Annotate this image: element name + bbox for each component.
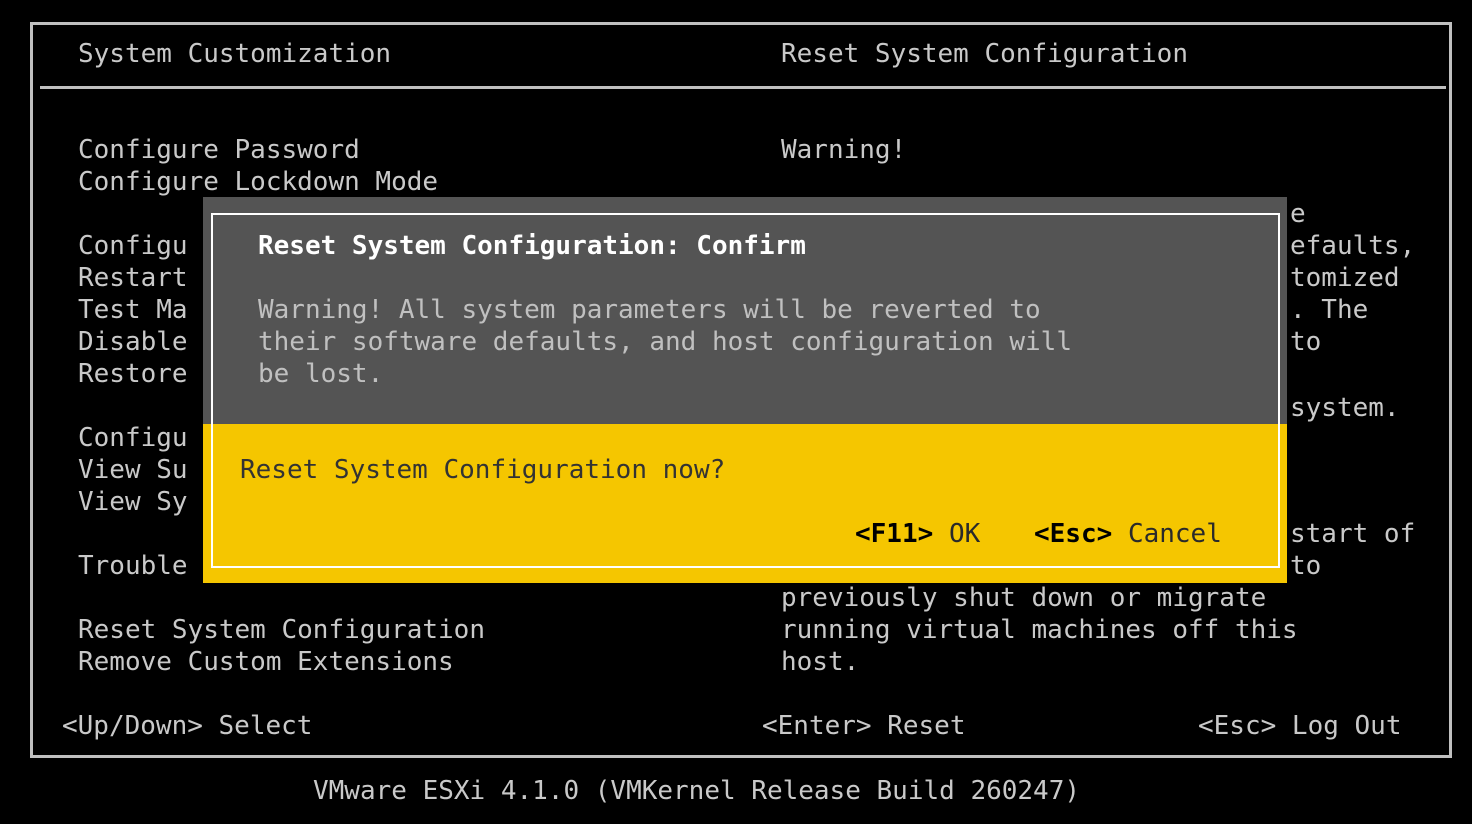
description-fragment: to bbox=[1290, 327, 1322, 357]
menu-item-restart-management-network[interactable]: Restart bbox=[78, 262, 188, 294]
description-fragment: . The bbox=[1290, 295, 1369, 325]
select-key-hint: <Up/Down> Select bbox=[62, 711, 313, 741]
description-fragment: efaults, bbox=[1290, 231, 1416, 261]
description-fragment: tomized bbox=[1290, 263, 1400, 293]
description-fragment: to bbox=[1290, 551, 1322, 581]
confirm-dialog-action-area bbox=[203, 424, 1287, 583]
menu-item-restore[interactable]: Restore bbox=[78, 358, 188, 390]
confirm-dialog-message: their software defaults, and host config… bbox=[258, 327, 1072, 357]
menu-item-test-management-network[interactable]: Test Ma bbox=[78, 294, 188, 326]
warning-heading: Warning! bbox=[781, 135, 907, 165]
menu-item-configure-lockdown-mode[interactable]: Configure Lockdown Mode bbox=[78, 166, 438, 198]
confirm-question: Reset System Configuration now? bbox=[240, 455, 726, 485]
confirm-dialog-message: Warning! All system parameters will be r… bbox=[258, 295, 1041, 325]
confirm-dialog-message: be lost. bbox=[258, 359, 384, 389]
cancel-button[interactable]: <Esc> Cancel bbox=[1034, 518, 1222, 550]
description-fragment: start of bbox=[1290, 519, 1416, 549]
version-status-bar: VMware ESXi 4.1.0 (VMKernel Release Buil… bbox=[313, 776, 1081, 806]
description-fragment: system. bbox=[1290, 393, 1400, 423]
ok-label: OK bbox=[948, 519, 981, 549]
cancel-label: Cancel bbox=[1127, 519, 1222, 549]
cancel-key: <Esc> bbox=[1034, 519, 1113, 549]
ok-button[interactable]: <F11> OK bbox=[855, 518, 980, 550]
menu-item-view-support[interactable]: View Su bbox=[78, 454, 188, 486]
reset-key-hint[interactable]: <Enter> Reset bbox=[762, 710, 966, 742]
menu-item-reset-system-configuration[interactable]: Reset System Configuration bbox=[78, 614, 485, 646]
menu-item-troubleshooting[interactable]: Trouble bbox=[78, 550, 188, 582]
confirm-dialog-title: Reset System Configuration: Confirm bbox=[258, 231, 806, 261]
menu-item-disable-management-network[interactable]: Disable bbox=[78, 326, 188, 358]
description-line: host. bbox=[781, 647, 860, 677]
description-line: running virtual machines off this bbox=[781, 615, 1298, 645]
ok-key: <F11> bbox=[855, 519, 934, 549]
header-divider bbox=[40, 86, 1446, 89]
left-panel-title: System Customization bbox=[78, 39, 392, 69]
menu-item-configure-keyboard[interactable]: Configu bbox=[78, 422, 188, 454]
menu-item-remove-custom-extensions[interactable]: Remove Custom Extensions bbox=[78, 646, 454, 678]
logout-key-hint[interactable]: <Esc> Log Out bbox=[1198, 710, 1402, 742]
menu-item-configure-password[interactable]: Configure Password bbox=[78, 134, 360, 166]
menu-item-configure-management-network[interactable]: Configu bbox=[78, 230, 188, 262]
right-panel-title: Reset System Configuration bbox=[781, 39, 1188, 69]
menu-item-view-system-logs[interactable]: View Sy bbox=[78, 486, 188, 518]
description-line: previously shut down or migrate bbox=[781, 583, 1267, 613]
description-fragment: e bbox=[1290, 199, 1306, 229]
